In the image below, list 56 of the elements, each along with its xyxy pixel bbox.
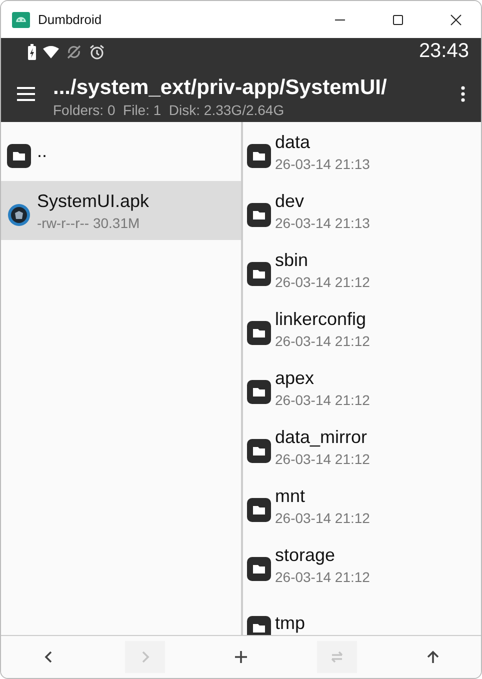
file-name: SystemUI.apk — [37, 190, 150, 212]
folder-list-item[interactable]: mnt 26-03-14 21:12 — [243, 476, 481, 535]
file-details: -rw-r--r-- 30.31M — [37, 214, 141, 230]
battery-charging-icon — [28, 44, 36, 60]
swap-arrows-icon — [329, 649, 345, 665]
folder-icon — [247, 556, 271, 580]
folder-icon — [247, 320, 271, 344]
window-title: Dumbdroid — [38, 12, 102, 27]
folder-list-item[interactable]: dev 26-03-14 21:13 — [243, 181, 481, 240]
file-list-item[interactable]: SystemUI.apk -rw-r--r-- 30.31M — [1, 181, 241, 240]
folder-name: data — [275, 132, 312, 152]
folder-icon — [247, 262, 271, 286]
close-icon[interactable] — [450, 14, 462, 26]
folder-icon — [247, 498, 271, 522]
more-options-icon[interactable] — [461, 86, 465, 102]
wifi-icon — [43, 44, 59, 60]
modified-date: 26-03-14 21:12 — [275, 568, 370, 584]
plus-icon — [233, 649, 249, 665]
folder-name: mnt — [275, 486, 306, 506]
folder-name: data_mirror — [275, 426, 368, 448]
modified-date: 26-03-14 21:12 — [275, 332, 370, 348]
folder-name: linkerconfig — [275, 308, 368, 330]
modified-date: 26-03-14 21:12 — [275, 392, 370, 408]
folder-list-item[interactable]: data 26-03-14 21:13 — [243, 122, 481, 181]
modified-date: 26-03-14 21:13 — [275, 156, 370, 172]
folder-icon — [247, 438, 271, 462]
up-arrow-icon — [425, 649, 441, 665]
folder-list-item[interactable]: sbin 26-03-14 21:12 — [243, 240, 481, 299]
maximize-icon[interactable] — [392, 14, 404, 26]
folder-name: apex — [275, 368, 316, 388]
alarm-icon — [89, 44, 105, 60]
file-name: .. — [37, 141, 48, 162]
current-path: .../system_ext/priv-app/SystemUI/ — [53, 76, 387, 100]
folder-list-item[interactable]: apex 26-03-14 21:12 — [243, 358, 481, 417]
folder-icon — [7, 144, 31, 168]
folder-summary: Folders: 0 File: 1 Disk: 2.33G/2.64G — [53, 102, 286, 118]
modified-date: 26-03-14 21:12 — [275, 450, 370, 466]
android-app-icon — [12, 12, 30, 28]
modified-date: 26-03-14 21:12 — [275, 510, 370, 526]
menu-icon[interactable] — [17, 86, 35, 100]
folder-name: sbin — [275, 250, 310, 270]
folder-name: tmp — [275, 613, 306, 634]
modified-date: 26-03-14 21:13 — [275, 214, 370, 230]
folder-list-item[interactable]: linkerconfig 26-03-14 21:12 — [243, 299, 481, 358]
modified-date: 26-03-14 21:12 — [275, 274, 370, 290]
sync-off-icon — [66, 44, 82, 60]
folder-list-item[interactable]: storage 26-03-14 21:12 — [243, 535, 481, 594]
folder-icon — [247, 202, 271, 226]
file-list-item[interactable]: .. — [1, 122, 241, 181]
folder-icon — [247, 144, 271, 168]
folder-name: dev — [275, 190, 306, 212]
app-package-icon — [7, 202, 31, 226]
folder-icon — [247, 380, 271, 404]
folder-list-item[interactable]: data_mirror 26-03-14 21:12 — [243, 417, 481, 476]
clock-time: 23:43 — [418, 40, 469, 63]
folder-name: storage — [275, 544, 336, 566]
